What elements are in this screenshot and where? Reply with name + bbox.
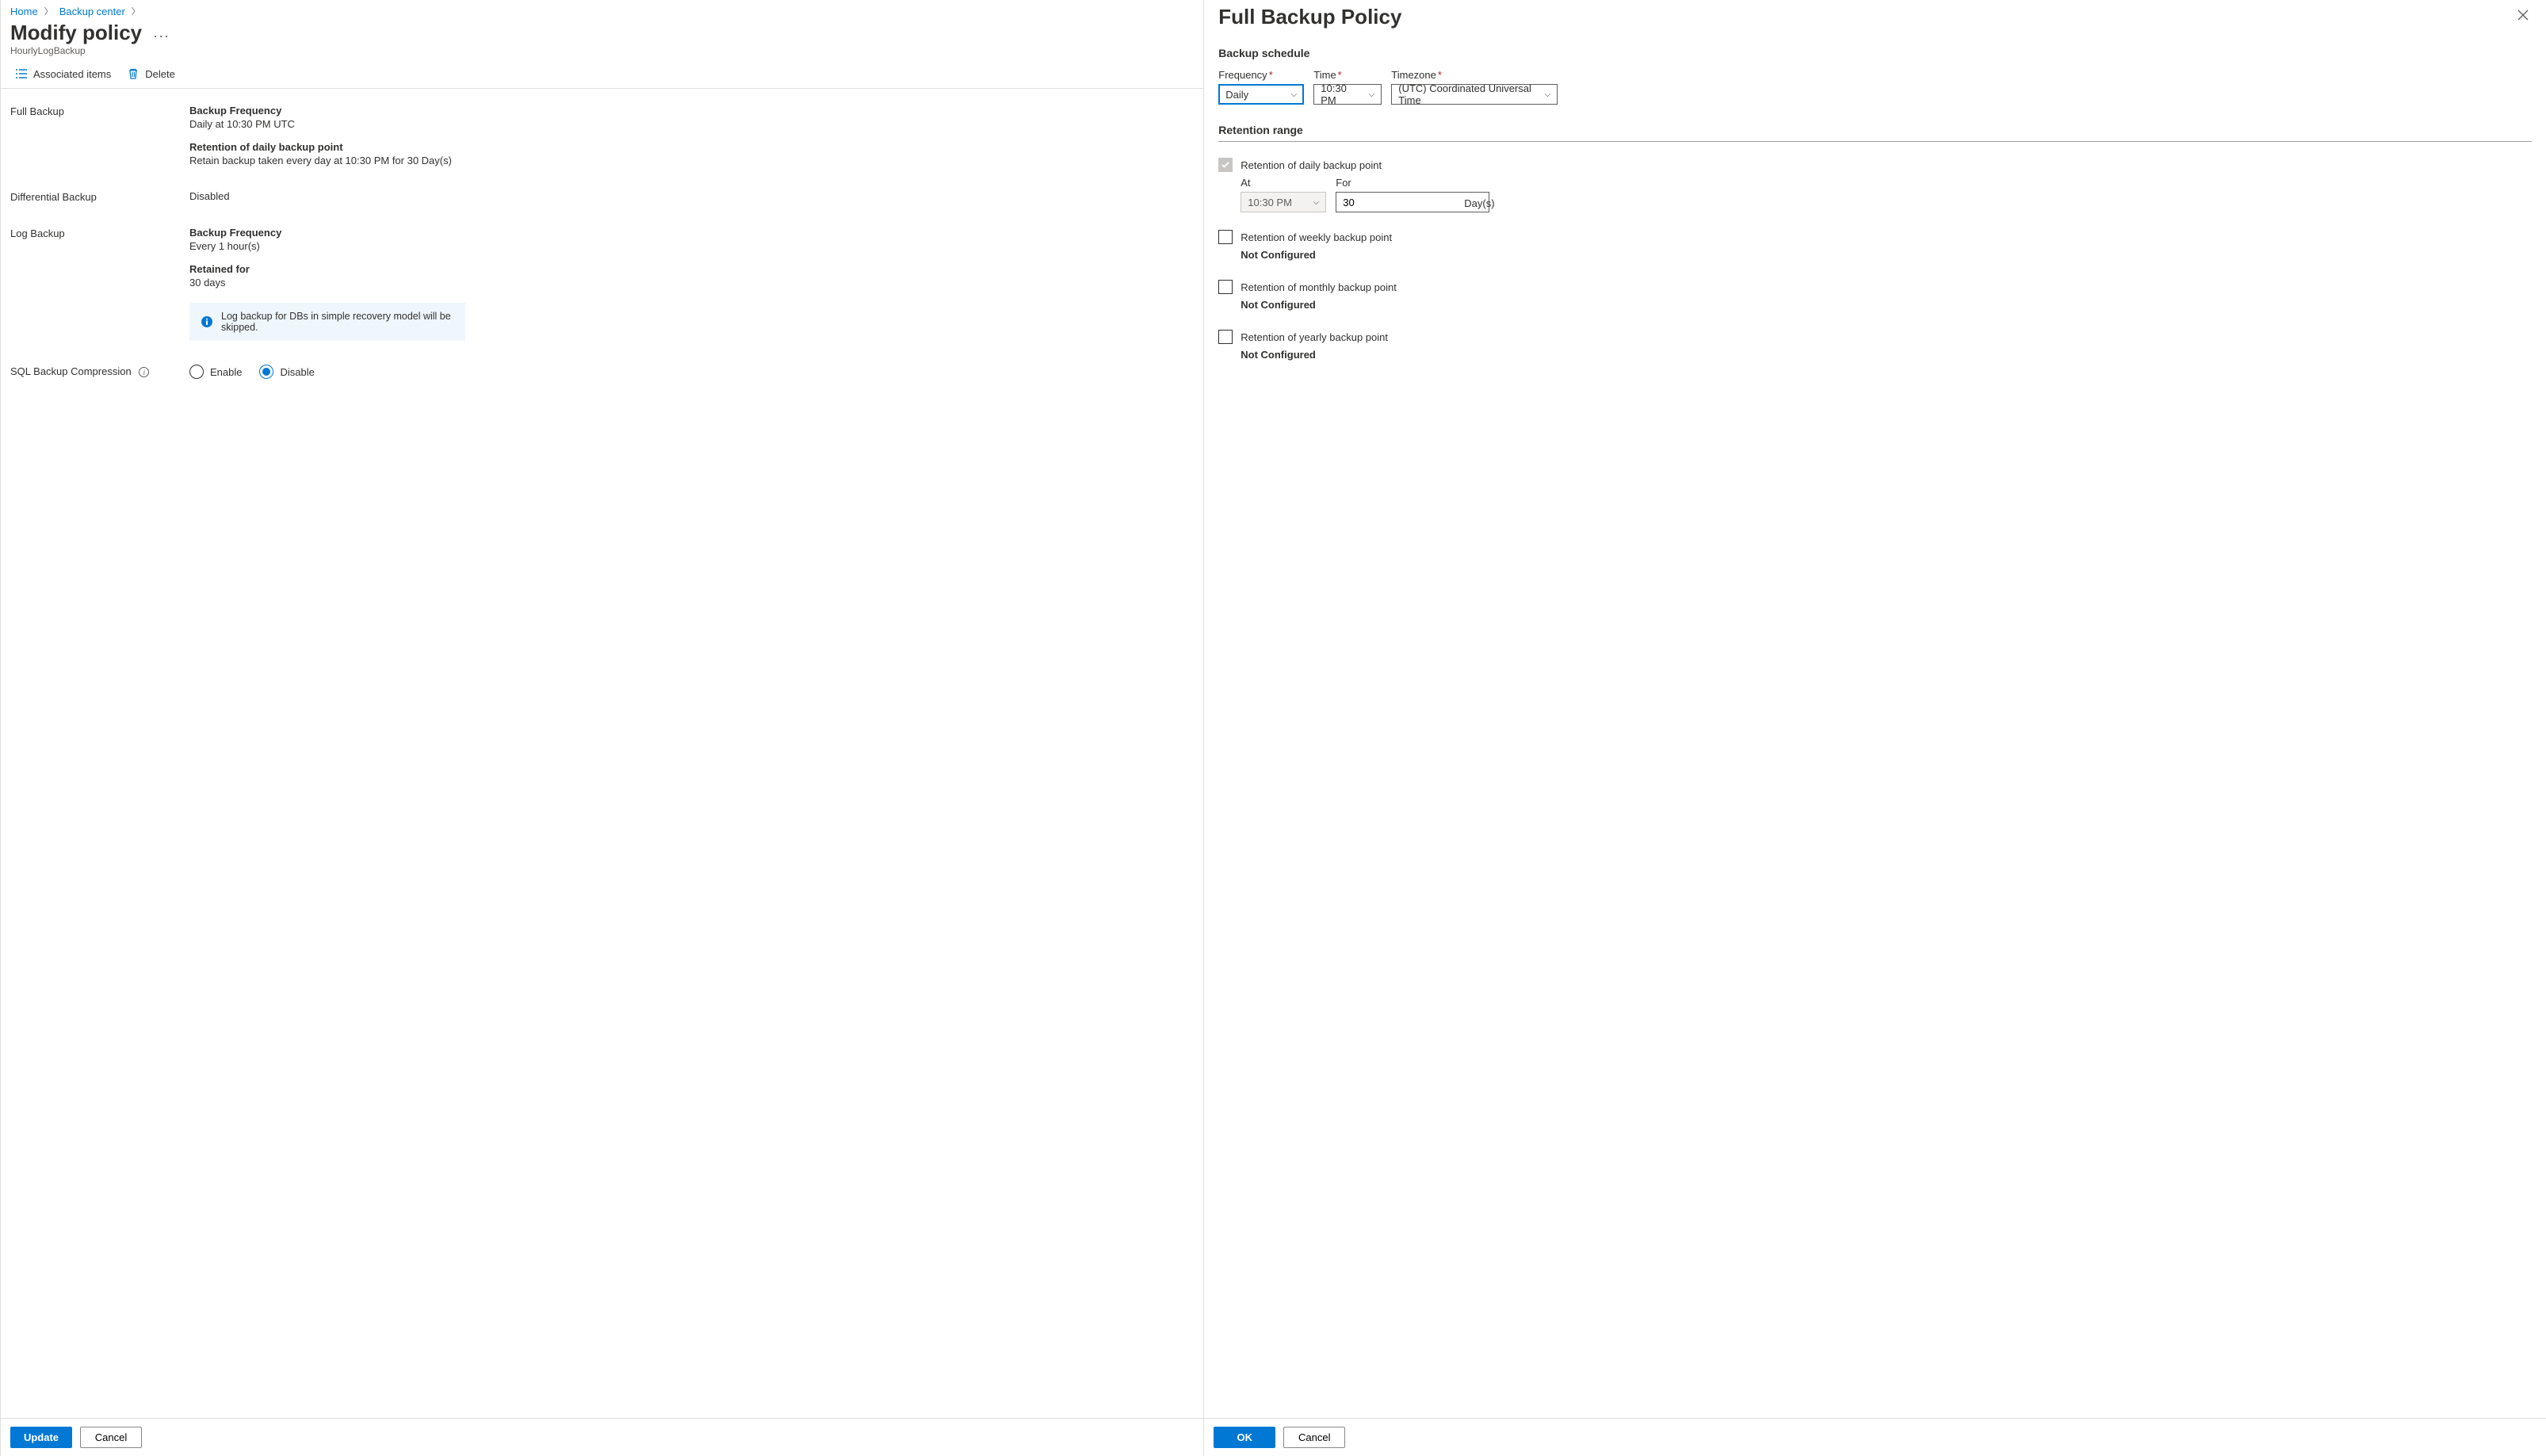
cancel-button[interactable]: Cancel	[80, 1427, 142, 1448]
disable-label: Disable	[280, 366, 314, 378]
chevron-down-icon: ⌵	[1313, 198, 1320, 207]
yearly-retention-checkbox[interactable]	[1218, 330, 1233, 344]
retention-range-header: Retention range	[1218, 124, 2532, 142]
compression-disable-radio[interactable]: Disable	[259, 365, 314, 379]
frequency-dropdown[interactable]: Daily ⌵	[1218, 84, 1304, 105]
yearly-status: Not Configured	[1241, 349, 2532, 361]
frequency-value: Daily	[1225, 89, 1248, 101]
log-backup-freq-text: Every 1 hour(s)	[189, 240, 1194, 252]
differential-label: Differential Backup	[10, 190, 189, 203]
compression-label: SQL Backup Compression i	[10, 365, 189, 379]
full-backup-freq-heading: Backup Frequency	[189, 105, 1194, 117]
command-bar: Associated items Delete	[1, 63, 1203, 89]
blade-footer: OK Cancel	[1204, 1418, 2546, 1456]
log-backup-freq-heading: Backup Frequency	[189, 227, 1194, 239]
policy-content: Full Backup Backup Frequency Daily at 10…	[1, 89, 1203, 1418]
time-dropdown[interactable]: 10:30 PM ⌵	[1313, 84, 1382, 105]
chevron-down-icon: ⌵	[1291, 90, 1298, 99]
radio-checked-icon	[259, 365, 273, 379]
blade-cancel-button[interactable]: Cancel	[1283, 1427, 1345, 1448]
blade-title: Full Backup Policy	[1218, 5, 1401, 29]
time-value: 10:30 PM	[1321, 82, 1360, 106]
info-icon	[201, 315, 213, 328]
daily-at-label: At	[1241, 177, 1326, 189]
timezone-label: Timezone*	[1391, 69, 1558, 81]
associated-items-label: Associated items	[33, 68, 111, 80]
full-backup-retention-heading: Retention of daily backup point	[189, 141, 1194, 153]
daily-for-label: For	[1336, 177, 1455, 189]
monthly-status: Not Configured	[1241, 299, 2532, 311]
log-backup-label: Log Backup	[10, 227, 189, 341]
weekly-status: Not Configured	[1241, 249, 2532, 261]
backup-schedule-header: Backup schedule	[1218, 47, 2532, 59]
close-icon	[2517, 10, 2529, 21]
radio-icon	[189, 365, 204, 379]
breadcrumb-backup-center[interactable]: Backup center	[59, 6, 125, 17]
log-backup-retained-text: 30 days	[189, 277, 1194, 289]
log-backup-retained-heading: Retained for	[189, 263, 1194, 275]
weekly-retention-checkbox[interactable]	[1218, 230, 1233, 244]
breadcrumb-home[interactable]: Home	[10, 6, 38, 17]
chevron-right-icon: 〉	[44, 5, 53, 17]
daily-retention-checkbox	[1218, 158, 1233, 172]
page-title: Modify policy	[10, 21, 142, 45]
weekly-retention-label: Retention of weekly backup point	[1241, 231, 1392, 243]
list-icon	[15, 67, 28, 80]
full-backup-retention-text: Retain backup taken every day at 10:30 P…	[189, 155, 1194, 166]
timezone-value: (UTC) Coordinated Universal Time	[1398, 82, 1536, 106]
breadcrumb: Home 〉 Backup center 〉	[1, 0, 1203, 21]
delete-button[interactable]: Delete	[127, 67, 175, 80]
chevron-down-icon: ⌵	[1545, 90, 1551, 99]
ok-button[interactable]: OK	[1214, 1427, 1275, 1448]
time-label: Time*	[1313, 69, 1382, 81]
delete-label: Delete	[145, 68, 175, 80]
daily-at-dropdown: 10:30 PM ⌵	[1241, 192, 1326, 212]
frequency-label: Frequency*	[1218, 69, 1304, 81]
compression-radio-group: Enable Disable	[189, 365, 1194, 379]
log-backup-info-box: Log backup for DBs in simple recovery mo…	[189, 303, 465, 341]
enable-label: Enable	[210, 366, 242, 378]
yearly-retention-label: Retention of yearly backup point	[1241, 331, 1388, 343]
daily-retention-label: Retention of daily backup point	[1241, 159, 1382, 171]
modify-policy-panel: Home 〉 Backup center 〉 Modify policy ···…	[0, 0, 1204, 1456]
left-footer: Update Cancel	[1, 1418, 1203, 1456]
full-backup-policy-blade: Full Backup Policy Backup schedule Frequ…	[1204, 0, 2546, 1456]
page-subtitle: HourlyLogBackup	[1, 45, 1203, 63]
log-backup-info-text: Log backup for DBs in simple recovery mo…	[221, 311, 454, 333]
full-backup-label: Full Backup	[10, 105, 189, 166]
update-button[interactable]: Update	[10, 1427, 72, 1448]
close-button[interactable]	[2514, 5, 2532, 28]
delete-icon	[127, 67, 140, 80]
timezone-dropdown[interactable]: (UTC) Coordinated Universal Time ⌵	[1391, 84, 1558, 105]
info-icon[interactable]: i	[139, 367, 149, 377]
more-actions-button[interactable]: ···	[153, 24, 170, 43]
chevron-right-icon: 〉	[132, 5, 140, 17]
associated-items-button[interactable]: Associated items	[15, 67, 111, 80]
differential-status: Disabled	[189, 190, 1194, 202]
check-icon	[1221, 160, 1230, 170]
days-suffix: Day(s)	[1464, 197, 1494, 212]
full-backup-freq-text: Daily at 10:30 PM UTC	[189, 118, 1194, 130]
daily-at-value: 10:30 PM	[1248, 197, 1292, 208]
monthly-retention-checkbox[interactable]	[1218, 280, 1233, 294]
chevron-down-icon: ⌵	[1369, 90, 1375, 99]
monthly-retention-label: Retention of monthly backup point	[1241, 281, 1397, 293]
compression-enable-radio[interactable]: Enable	[189, 365, 242, 379]
